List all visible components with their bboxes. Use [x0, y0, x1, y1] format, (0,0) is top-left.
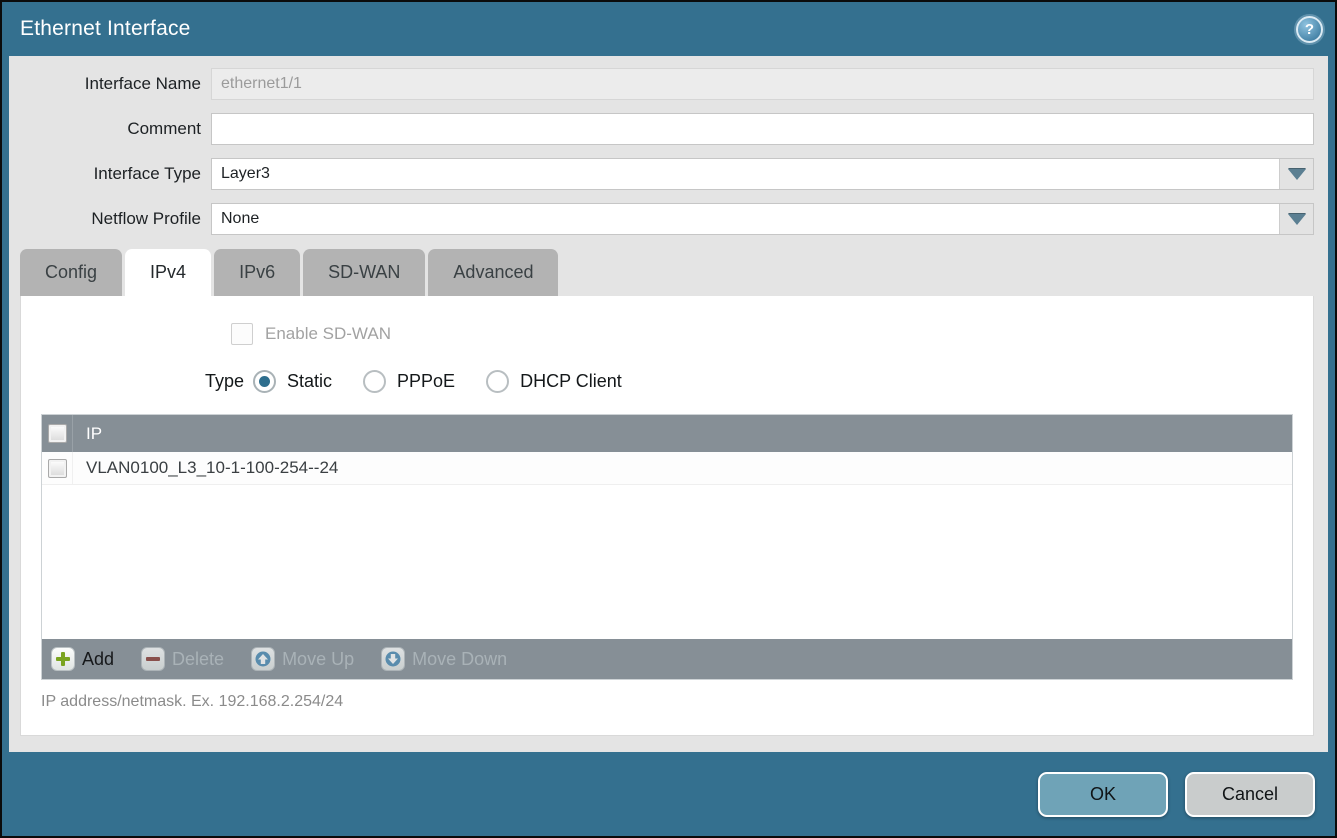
row-checkbox[interactable]: [48, 459, 67, 478]
type-radio-group: Type Static PPPoE DHCP Client: [41, 368, 1293, 394]
comment-label: Comment: [9, 119, 211, 139]
row-checkbox-cell: [42, 452, 73, 484]
radio-static[interactable]: Static: [253, 370, 332, 393]
arrow-down-icon: [381, 647, 405, 671]
radio-pppoe[interactable]: PPPoE: [363, 370, 455, 393]
type-label: Type: [41, 371, 253, 392]
cancel-button[interactable]: Cancel: [1185, 772, 1315, 817]
tab-advanced[interactable]: Advanced: [428, 249, 558, 296]
ip-table-toolbar: Add Delete: [42, 639, 1292, 679]
add-button[interactable]: Add: [51, 647, 114, 671]
netflow-profile-label: Netflow Profile: [9, 209, 211, 229]
netflow-profile-value: None: [221, 210, 259, 228]
tab-strip: Config IPv4 IPv6 SD-WAN Advanced: [20, 249, 1314, 296]
delete-button: Delete: [141, 647, 224, 671]
enable-sdwan-row: Enable SD-WAN: [231, 322, 1293, 346]
enable-sdwan-checkbox: [231, 323, 253, 345]
ip-table: IP VLAN0100_L3_10-1-100-254--24: [41, 414, 1293, 680]
radio-pppoe-control[interactable]: [363, 370, 386, 393]
radio-static-control[interactable]: [253, 370, 276, 393]
netflow-profile-select[interactable]: None: [211, 203, 1314, 235]
move-up-button-label: Move Up: [282, 649, 354, 670]
plus-icon: [51, 647, 75, 671]
comment-field[interactable]: [211, 113, 1314, 145]
radio-static-label: Static: [287, 371, 332, 392]
comment-row: Comment: [9, 113, 1314, 145]
radio-pppoe-label: PPPoE: [397, 371, 455, 392]
ip-format-hint: IP address/netmask. Ex. 192.168.2.254/24: [41, 693, 1293, 711]
tab-sdwan[interactable]: SD-WAN: [303, 249, 425, 296]
minus-icon: [141, 647, 165, 671]
delete-button-label: Delete: [172, 649, 224, 670]
dialog-footer: OK Cancel: [2, 752, 1335, 836]
tab-ipv4[interactable]: IPv4: [125, 249, 211, 296]
interface-type-label: Interface Type: [9, 164, 211, 184]
interface-name-row: Interface Name: [9, 68, 1314, 100]
ethernet-interface-dialog: Ethernet Interface ? Interface Name Comm…: [0, 0, 1337, 838]
move-up-button: Move Up: [251, 647, 354, 671]
tab-config[interactable]: Config: [20, 249, 122, 296]
help-icon[interactable]: ?: [1296, 16, 1323, 43]
move-down-button-label: Move Down: [412, 649, 507, 670]
chevron-down-icon: [1288, 169, 1306, 180]
interface-type-row: Interface Type Layer3: [9, 158, 1314, 190]
header-checkbox-cell: [42, 415, 73, 452]
interface-type-select[interactable]: Layer3: [211, 158, 1314, 190]
dialog-title: Ethernet Interface: [20, 17, 191, 41]
add-button-label: Add: [82, 649, 114, 670]
tab-ipv6[interactable]: IPv6: [214, 249, 300, 296]
ipv4-tab-panel: Enable SD-WAN Type Static PPPoE DHCP Cli…: [20, 296, 1314, 736]
netflow-profile-row: Netflow Profile None: [9, 203, 1314, 235]
arrow-up-icon: [251, 647, 275, 671]
dialog-content: Interface Name Comment Interface Type La…: [9, 56, 1328, 752]
interface-name-field: [211, 68, 1314, 100]
chevron-down-icon: [1288, 214, 1306, 225]
enable-sdwan-label: Enable SD-WAN: [265, 324, 391, 344]
dialog-titlebar: Ethernet Interface ?: [2, 2, 1335, 56]
interface-type-value: Layer3: [221, 165, 270, 183]
select-all-checkbox[interactable]: [48, 424, 67, 443]
radio-dhcp-client-label: DHCP Client: [520, 371, 622, 392]
table-row[interactable]: VLAN0100_L3_10-1-100-254--24: [42, 452, 1292, 485]
ip-table-header: IP: [42, 415, 1292, 452]
ip-row-value: VLAN0100_L3_10-1-100-254--24: [73, 458, 338, 478]
ip-column-header: IP: [73, 424, 102, 444]
interface-name-label: Interface Name: [9, 74, 211, 94]
ip-table-body: VLAN0100_L3_10-1-100-254--24: [42, 452, 1292, 639]
dialog-frame: Ethernet Interface ? Interface Name Comm…: [2, 2, 1335, 836]
radio-dhcp-client[interactable]: DHCP Client: [486, 370, 622, 393]
move-down-button: Move Down: [381, 647, 507, 671]
ok-button[interactable]: OK: [1038, 772, 1168, 817]
netflow-profile-dropdown-button[interactable]: [1279, 204, 1313, 234]
interface-type-dropdown-button[interactable]: [1279, 159, 1313, 189]
radio-dhcp-client-control[interactable]: [486, 370, 509, 393]
